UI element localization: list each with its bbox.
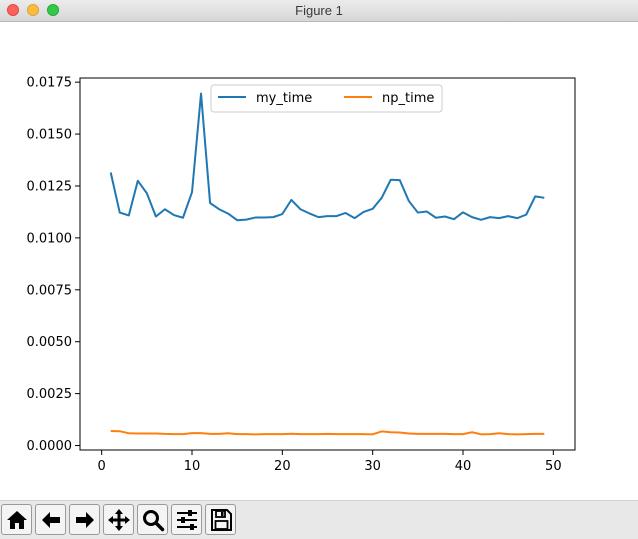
y-tick-label: 0.0025 <box>27 387 73 402</box>
y-tick-label: 0.0000 <box>27 439 73 454</box>
legend-label-np-time: np_time <box>382 91 434 106</box>
y-tick-label: 0.0150 <box>27 128 73 143</box>
configure-subplots-button[interactable] <box>171 504 202 535</box>
home-icon <box>6 510 27 529</box>
x-tick-label: 0 <box>98 459 106 474</box>
x-tick-label: 10 <box>184 459 201 474</box>
navigation-toolbar <box>0 500 638 539</box>
x-tick-label: 40 <box>455 459 472 474</box>
x-tick-label: 30 <box>364 459 381 474</box>
floppy-disk-icon <box>210 508 232 531</box>
pan-button[interactable] <box>103 504 134 535</box>
sliders-icon <box>176 509 197 530</box>
arrow-right-icon <box>75 511 94 528</box>
y-tick-label: 0.0100 <box>27 231 73 246</box>
y-tick-label: 0.0125 <box>27 179 73 194</box>
y-tick-label: 0.0050 <box>27 335 73 350</box>
legend: my_time np_time <box>210 84 443 113</box>
y-tick-label: 0.0175 <box>27 76 73 91</box>
magnifier-icon <box>142 509 164 531</box>
x-tick-label: 20 <box>274 459 291 474</box>
back-button[interactable] <box>35 504 66 535</box>
window-title: Figure 1 <box>295 3 343 18</box>
zoom-tool-button[interactable] <box>137 504 168 535</box>
figure-window: Figure 1 0 10 20 30 40 50 0.0000 0.0025 0.0050 0.… <box>0 0 638 539</box>
y-tick-label: 0.0075 <box>27 283 73 298</box>
save-button[interactable] <box>205 504 236 535</box>
legend-label-my-time: my_time <box>256 91 312 106</box>
forward-button[interactable] <box>69 504 100 535</box>
home-button[interactable] <box>1 504 32 535</box>
title-bar[interactable]: Figure 1 <box>0 0 638 22</box>
arrow-left-icon <box>41 511 60 528</box>
move-icon <box>107 508 130 531</box>
figure-canvas[interactable]: 0 10 20 30 40 50 0.0000 0.0025 0.0050 0.0075 0.010… <box>0 22 638 500</box>
x-tick-label: 50 <box>545 459 562 474</box>
